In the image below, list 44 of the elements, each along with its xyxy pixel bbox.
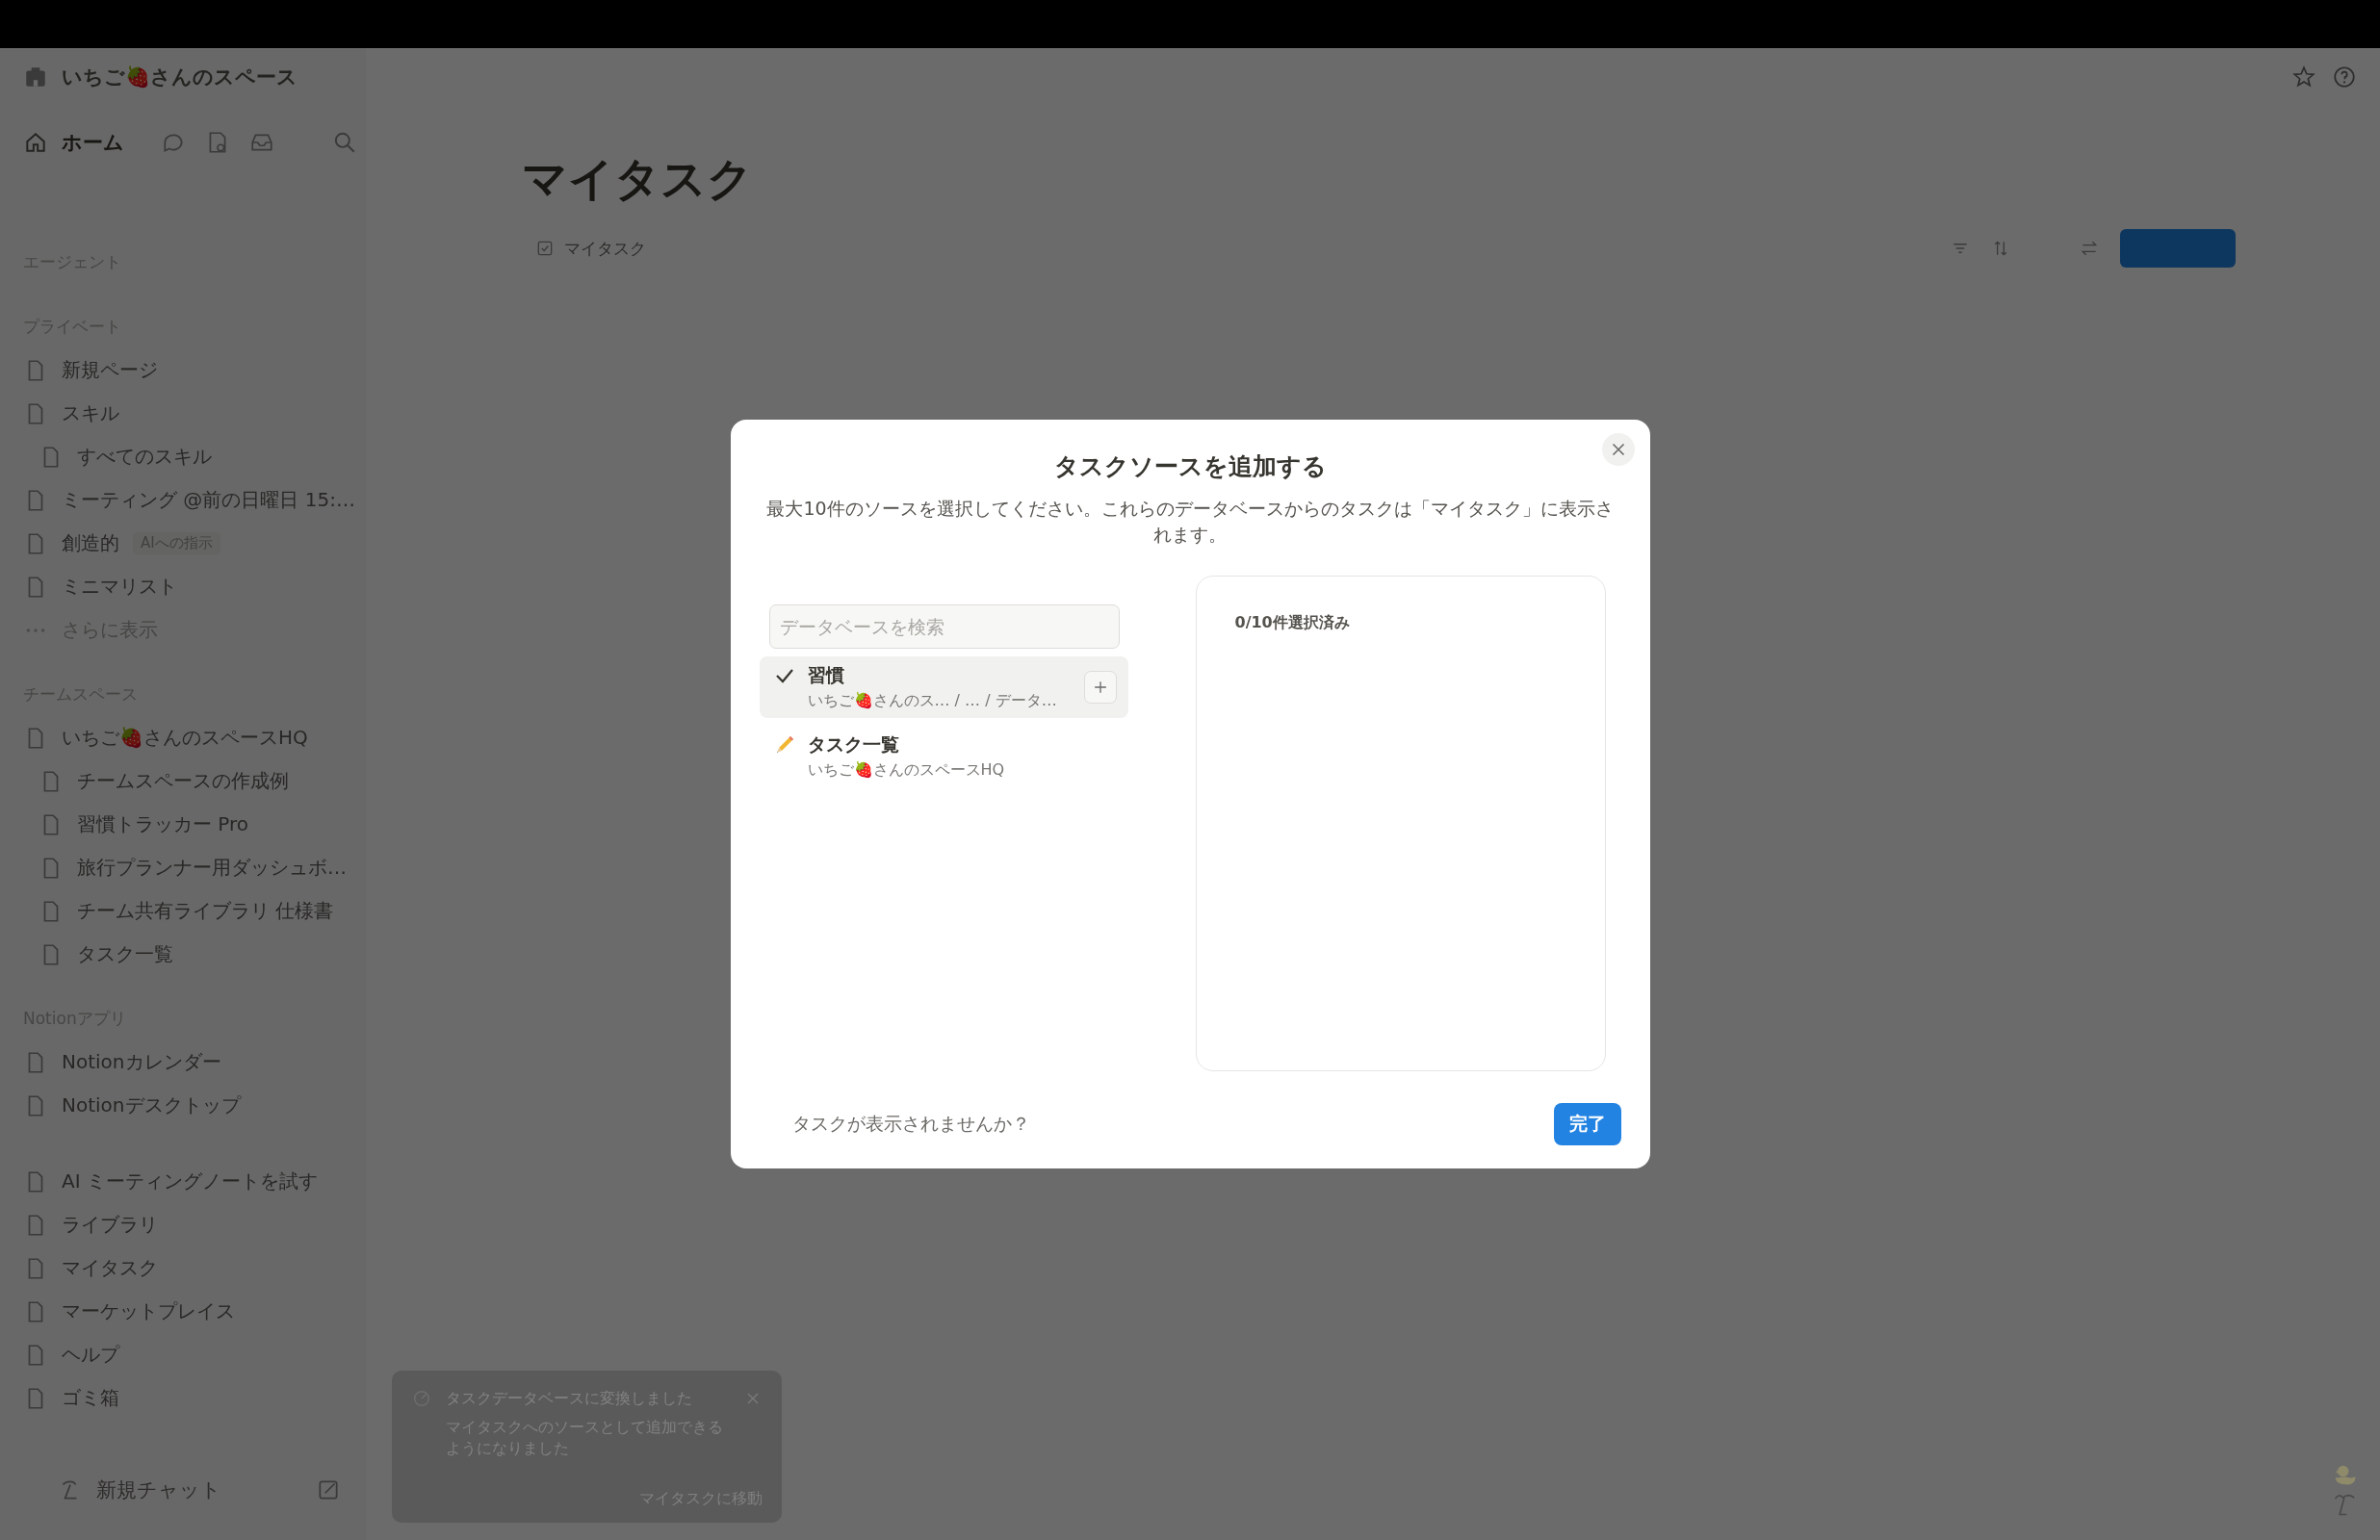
source-item[interactable]: タスク一覧 いちご🍓さんのスペースHQ	[759, 726, 1128, 788]
dialog-description: 最大10件のソースを選択してください。これらのデータベースからのタスクは「マイタスク」に表示されます。	[765, 497, 1615, 547]
source-path: いちご🍓さんのス… / … / データ…	[807, 691, 1058, 712]
sidebar-item[interactable]: 新規ページ	[62, 357, 158, 383]
search-field[interactable]: データベースを検索	[768, 604, 1120, 650]
sidebar-item[interactable]: タスク一覧	[77, 941, 173, 967]
sidebar-item[interactable]: Notionカレンダー	[62, 1049, 221, 1075]
source-item[interactable]: 習慣 いちご🍓さんのス… / … / データ…	[759, 656, 1128, 719]
sidebar-item[interactable]: ミーティング @前の日曜日 15:…	[62, 487, 355, 513]
checkbox-icon	[535, 239, 555, 258]
source-path: いちご🍓さんのスペースHQ	[807, 760, 1006, 782]
swap-icon[interactable]	[2080, 239, 2099, 258]
sidebar-item[interactable]: AI ミーティングノートを試す	[62, 1168, 318, 1194]
sidebar-item[interactable]: いちご🍓さんのスペースHQ	[62, 725, 308, 751]
done-button[interactable]: 完了	[1553, 1103, 1621, 1145]
source-name: タスク一覧	[807, 732, 900, 757]
sidebar-item[interactable]: チームスペースの作成例	[77, 768, 289, 794]
sidebar-item[interactable]: ミニマリスト	[62, 574, 177, 600]
sidebar-item[interactable]: マイタスク	[62, 1255, 158, 1281]
source-name: 習慣	[807, 663, 845, 688]
add-button[interactable]	[1083, 671, 1117, 705]
sidebar-item[interactable]: 旅行プランナー用ダッシュボ…	[77, 855, 347, 881]
sidebar-item[interactable]: 創造的	[62, 530, 119, 556]
home-button[interactable]: ホーム	[23, 128, 124, 156]
close-button[interactable]	[1601, 433, 1635, 466]
sidebar-item[interactable]: すべてのスキル	[77, 444, 212, 470]
building-icon	[23, 64, 48, 90]
sidebar-item[interactable]: Notionデスクトップ	[62, 1092, 241, 1118]
sidebar-item[interactable]: チーム共有ライブラリ 仕様書	[77, 898, 334, 924]
sidebar-item[interactable]: ライブラリ	[62, 1212, 158, 1238]
dialog-title: タスクソースを追加する	[1052, 451, 1328, 482]
sidebar-item[interactable]: ゴミ箱	[62, 1385, 119, 1411]
selected-count: 0/10件選択済み	[1234, 613, 1350, 632]
help-icon[interactable]	[2332, 64, 2357, 90]
sidebar-item[interactable]: 習慣トラッカー Pro	[77, 811, 249, 837]
workspace-name[interactable]: いちご🍓さんのスペース	[62, 64, 298, 90]
view-tab[interactable]: マイタスク	[522, 237, 646, 260]
star-icon[interactable]	[2291, 64, 2316, 90]
sidebar-item[interactable]: ヘルプ	[62, 1342, 119, 1368]
sidebar-item[interactable]: マーケットプレイス	[62, 1298, 235, 1324]
new-chat-button[interactable]: 新規チャット	[58, 1476, 221, 1503]
sidebar-item[interactable]: スキル	[62, 400, 119, 426]
help-link[interactable]: タスクが表示されませんか？	[791, 1112, 1030, 1137]
page-title: マイタスク	[522, 151, 754, 207]
